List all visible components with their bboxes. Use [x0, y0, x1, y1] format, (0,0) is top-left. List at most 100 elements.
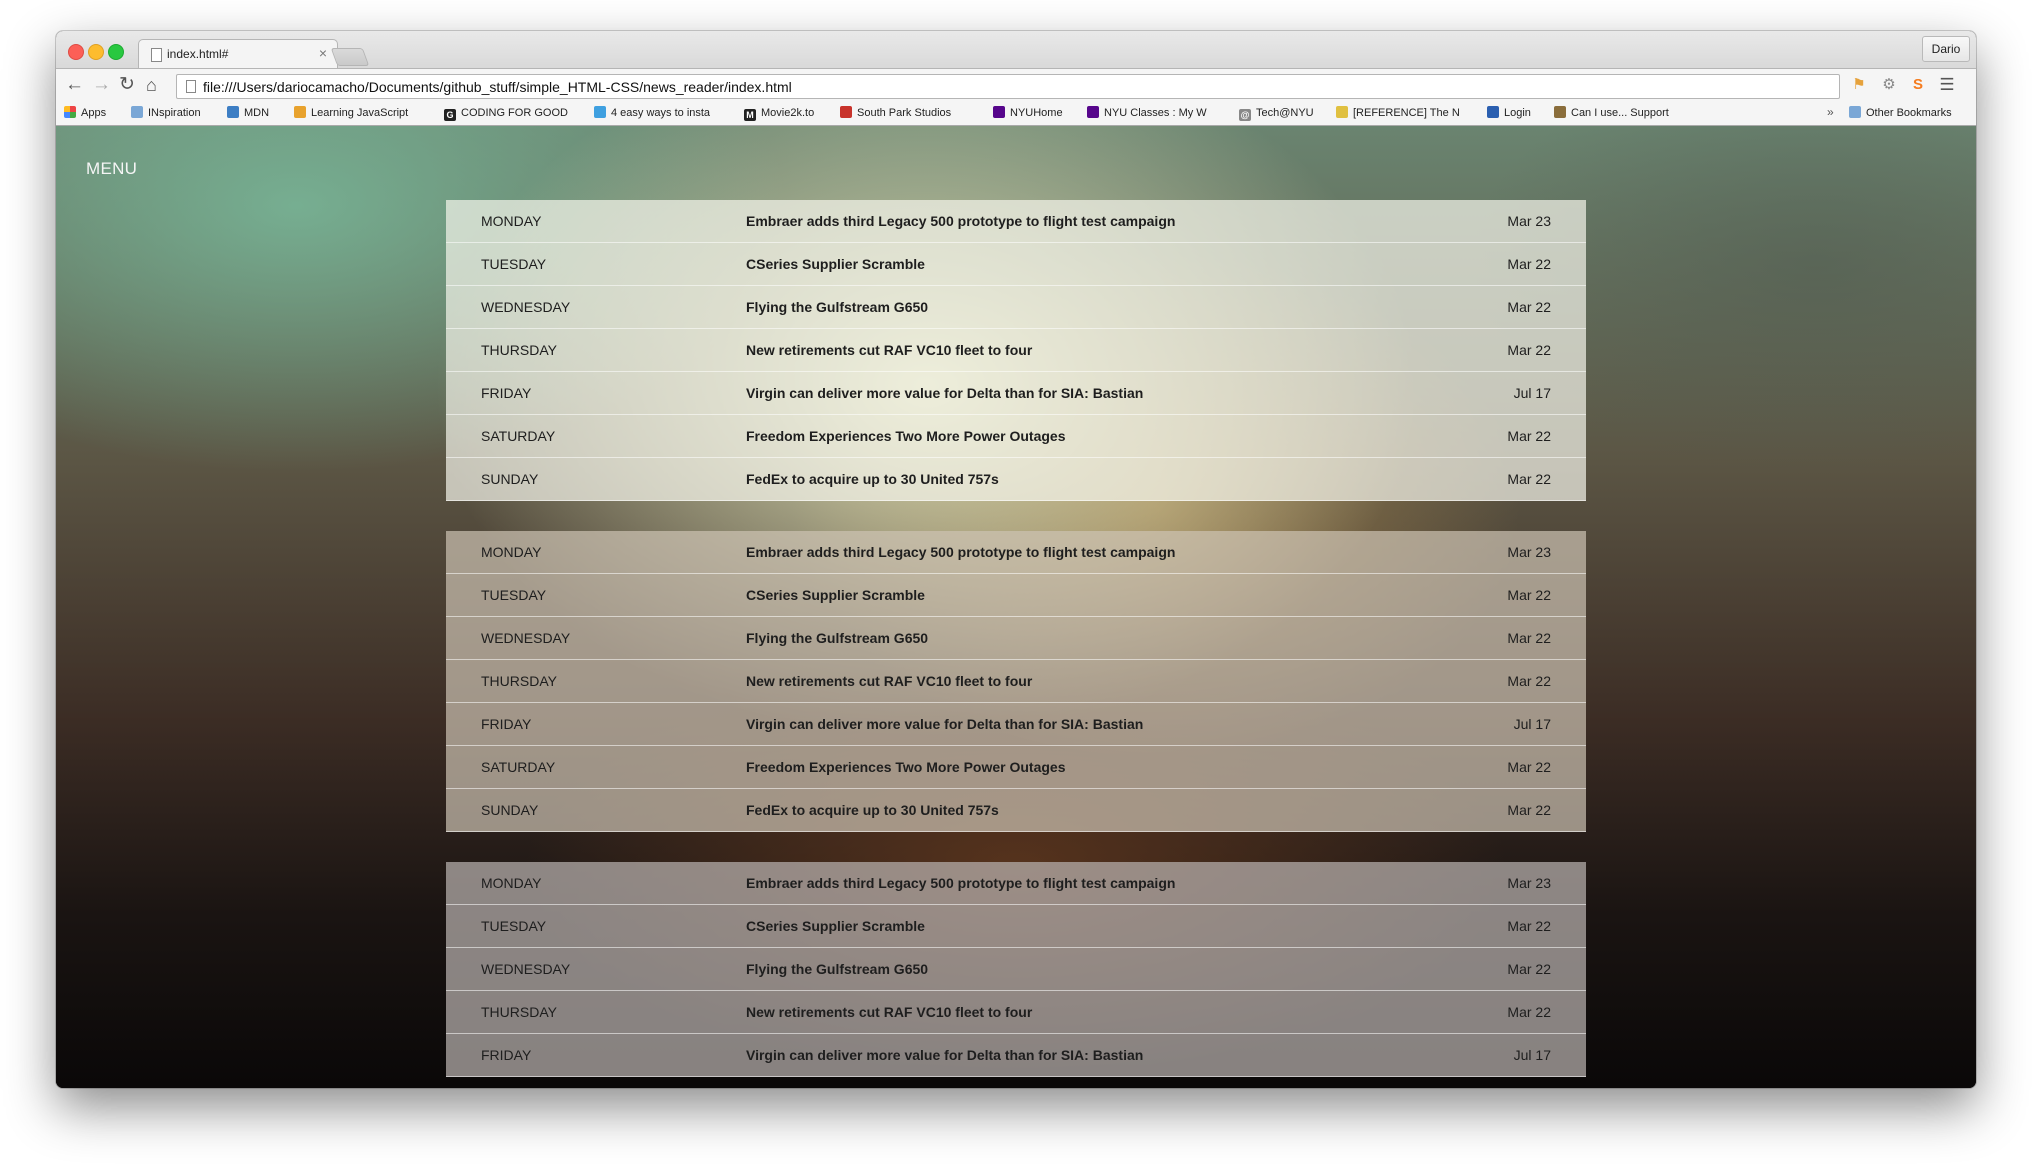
news-headline[interactable]: Virgin can deliver more value for Delta …: [746, 1047, 1143, 1063]
news-headline[interactable]: Virgin can deliver more value for Delta …: [746, 385, 1143, 401]
news-row[interactable]: THURSDAY New retirements cut RAF VC10 fle…: [446, 991, 1586, 1034]
forward-arrow-icon[interactable]: →: [92, 74, 111, 96]
bookmark-label: MDN: [244, 107, 270, 119]
news-date: Mar 23: [1507, 875, 1551, 891]
bookmark-learning-js[interactable]: Learning JavaScript: [294, 105, 408, 121]
news-row[interactable]: FRIDAY Virgin can deliver more value for …: [446, 703, 1586, 746]
extension-bookmark-icon[interactable]: ⚑: [1850, 76, 1868, 94]
news-row[interactable]: SUNDAY FedEx to acquire up to 30 United 7…: [446, 458, 1586, 501]
news-row[interactable]: TUESDAY CSeries Supplier Scramble Mar 22: [446, 574, 1586, 617]
news-headline[interactable]: Flying the Gulfstream G650: [746, 299, 928, 315]
browser-tab[interactable]: index.html# ×: [138, 39, 338, 69]
folder-icon: [131, 106, 143, 118]
news-day: TUESDAY: [481, 918, 547, 934]
news-headline[interactable]: Embraer adds third Legacy 500 prototype …: [746, 544, 1175, 560]
bookmark-label: Other Bookmarks: [1866, 107, 1952, 119]
address-bar[interactable]: file:///Users/dariocamacho/Documents/git…: [176, 74, 1840, 99]
news-row[interactable]: SATURDAY Freedom Experiences Two More Pow…: [446, 746, 1586, 789]
news-row[interactable]: THURSDAY New retirements cut RAF VC10 fle…: [446, 329, 1586, 372]
bookmark-reference[interactable]: [REFERENCE] The N: [1336, 105, 1460, 121]
bookmark-label: Can I use... Support: [1571, 107, 1669, 119]
bookmark-nyu-classes[interactable]: NYU Classes : My W: [1087, 105, 1207, 121]
news-row[interactable]: SATURDAY Freedom Experiences Two More Pow…: [446, 415, 1586, 458]
news-day: SATURDAY: [481, 428, 556, 444]
news-date: Mar 22: [1507, 759, 1551, 775]
news-row[interactable]: TUESDAY CSeries Supplier Scramble Mar 22: [446, 905, 1586, 948]
news-row[interactable]: SUNDAY FedEx to acquire up to 30 United 7…: [446, 789, 1586, 832]
bookmark-label: 4 easy ways to insta: [611, 107, 711, 119]
profile-button[interactable]: Dario: [1922, 36, 1970, 62]
new-tab-button[interactable]: [330, 48, 370, 66]
minimize-window-button[interactable]: [88, 44, 104, 60]
news-day: THURSDAY: [481, 673, 557, 689]
news-date: Mar 22: [1507, 918, 1551, 934]
menu-link[interactable]: MENU: [86, 159, 137, 179]
bookmark-label: Login: [1504, 107, 1531, 119]
news-headline[interactable]: Embraer adds third Legacy 500 prototype …: [746, 213, 1175, 229]
other-bookmarks[interactable]: Other Bookmarks: [1849, 105, 1952, 121]
bookmark-nyuhome[interactable]: NYUHome: [993, 105, 1063, 121]
news-row[interactable]: WEDNESDAY Flying the Gulfstream G650 Mar 2…: [446, 948, 1586, 991]
back-arrow-icon[interactable]: ←: [65, 74, 84, 96]
news-day: TUESDAY: [481, 256, 547, 272]
news-row[interactable]: MONDAY Embraer adds third Legacy 500 prot…: [446, 531, 1586, 574]
news-headline[interactable]: CSeries Supplier Scramble: [746, 587, 925, 603]
bookmark-4-easy-ways[interactable]: 4 easy ways to insta: [594, 105, 710, 121]
bookmark-login[interactable]: Login: [1487, 105, 1531, 121]
news-date: Mar 22: [1507, 256, 1551, 272]
bookmark-tech-nyu[interactable]: @ Tech@NYU: [1239, 105, 1314, 121]
news-row[interactable]: TUESDAY CSeries Supplier Scramble Mar 22: [446, 243, 1586, 286]
tab-close-icon[interactable]: ×: [319, 45, 327, 61]
news-row[interactable]: WEDNESDAY Flying the Gulfstream G650 Mar 2…: [446, 286, 1586, 329]
home-icon[interactable]: ⌂: [146, 74, 157, 96]
bookmarks-overflow-icon[interactable]: »: [1827, 105, 1834, 119]
bookmark-movie2k[interactable]: M Movie2k.to: [744, 105, 814, 121]
bookmark-mdn[interactable]: MDN: [227, 105, 269, 121]
news-day: SUNDAY: [481, 802, 539, 818]
news-headline[interactable]: CSeries Supplier Scramble: [746, 256, 925, 272]
reload-icon[interactable]: ↻: [119, 74, 135, 96]
close-window-button[interactable]: [68, 44, 84, 60]
news-row[interactable]: THURSDAY New retirements cut RAF VC10 fle…: [446, 660, 1586, 703]
news-row[interactable]: FRIDAY Virgin can deliver more value for …: [446, 1034, 1586, 1077]
news-headline[interactable]: Virgin can deliver more value for Delta …: [746, 716, 1143, 732]
bookmark-south-park[interactable]: South Park Studios: [840, 105, 951, 121]
extension-s-icon[interactable]: S: [1909, 76, 1927, 94]
bookmark-label: Learning JavaScript: [311, 107, 409, 119]
southpark-icon: [840, 106, 852, 118]
news-headline[interactable]: FedEx to acquire up to 30 United 757s: [746, 471, 999, 487]
news-date: Mar 22: [1507, 673, 1551, 689]
news-headline[interactable]: New retirements cut RAF VC10 fleet to fo…: [746, 342, 1032, 358]
tab-strip: index.html# × Dario: [56, 31, 1976, 69]
news-date: Jul 17: [1513, 716, 1551, 732]
news-headline[interactable]: New retirements cut RAF VC10 fleet to fo…: [746, 673, 1032, 689]
extension-gear-icon[interactable]: ⚙: [1880, 76, 1898, 94]
news-day: TUESDAY: [481, 587, 547, 603]
news-headline[interactable]: Embraer adds third Legacy 500 prototype …: [746, 875, 1175, 891]
bookmark-apps[interactable]: Apps: [64, 105, 106, 121]
news-headline[interactable]: Flying the Gulfstream G650: [746, 630, 928, 646]
apps-grid-icon: [64, 106, 76, 118]
bookmark-coding-for-good[interactable]: G CODING FOR GOOD: [444, 105, 568, 121]
news-day: SUNDAY: [481, 471, 539, 487]
hamburger-menu-icon[interactable]: ☰: [1938, 76, 1956, 94]
bookmark-icon: [1554, 106, 1566, 118]
news-row[interactable]: MONDAY Embraer adds third Legacy 500 prot…: [446, 200, 1586, 243]
news-headline[interactable]: Freedom Experiences Two More Power Outag…: [746, 428, 1066, 444]
news-day: MONDAY: [481, 544, 542, 560]
news-headline[interactable]: New retirements cut RAF VC10 fleet to fo…: [746, 1004, 1032, 1020]
news-row[interactable]: WEDNESDAY Flying the Gulfstream G650 Mar 2…: [446, 617, 1586, 660]
page-viewport: MENU MONDAY Embraer adds third Legacy 500…: [56, 126, 1976, 1088]
bookmark-icon: [594, 106, 606, 118]
bookmark-can-i-use[interactable]: Can I use... Support: [1554, 105, 1669, 121]
zoom-window-button[interactable]: [108, 44, 124, 60]
bookmark-inspiration[interactable]: INspiration: [131, 105, 201, 121]
news-row[interactable]: MONDAY Embraer adds third Legacy 500 prot…: [446, 862, 1586, 905]
news-day: WEDNESDAY: [481, 630, 571, 646]
news-headline[interactable]: Flying the Gulfstream G650: [746, 961, 928, 977]
news-row[interactable]: FRIDAY Virgin can deliver more value for …: [446, 372, 1586, 415]
news-headline[interactable]: Freedom Experiences Two More Power Outag…: [746, 759, 1066, 775]
news-headline[interactable]: CSeries Supplier Scramble: [746, 918, 925, 934]
url-text: file:///Users/dariocamacho/Documents/git…: [203, 79, 792, 95]
news-headline[interactable]: FedEx to acquire up to 30 United 757s: [746, 802, 999, 818]
